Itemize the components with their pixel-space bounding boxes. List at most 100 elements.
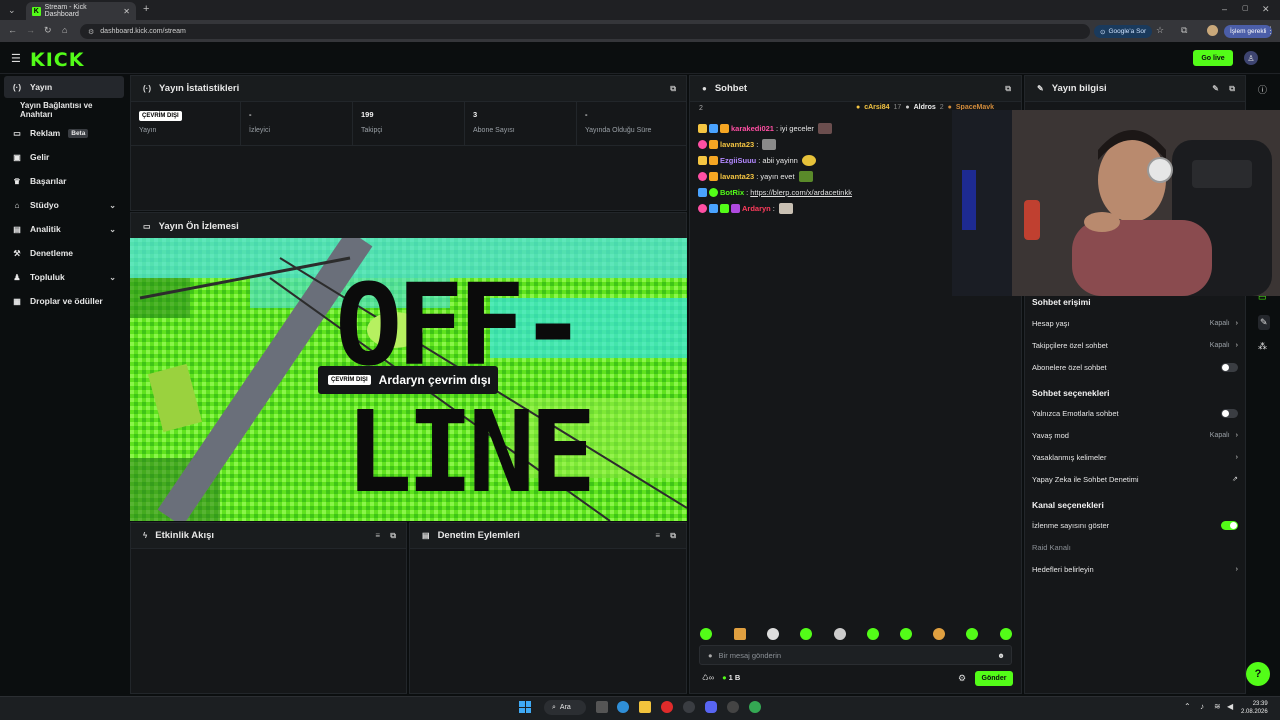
emoji-picker-icon[interactable]: ☻ xyxy=(997,651,1005,660)
quick-emote-icon[interactable] xyxy=(767,628,779,640)
chat-username[interactable]: lavanta23 xyxy=(720,172,754,181)
popout-icon[interactable]: ⧉ xyxy=(390,531,396,541)
sidebar-item-studio[interactable]: ⌂ Stüdyo ⌄ xyxy=(4,194,124,216)
chat-username[interactable]: EzgiiSuuu xyxy=(720,156,756,165)
top-supporter-name[interactable]: cArsi84 xyxy=(864,104,889,111)
sidebar-item-moderation[interactable]: ⚒ Denetleme xyxy=(4,242,124,264)
obs-icon[interactable] xyxy=(683,701,695,713)
stat-label: Abone Sayısı xyxy=(473,127,515,134)
info-icon[interactable]: ⓘ xyxy=(1258,83,1267,96)
popout-icon[interactable]: ⧉ xyxy=(670,531,676,541)
popout-icon[interactable]: ⧉ xyxy=(1229,84,1235,94)
new-tab-icon[interactable]: + xyxy=(143,3,149,15)
hamburger-menu-icon[interactable]: ☰ xyxy=(11,52,21,65)
browser-menu-icon[interactable]: ⋮ xyxy=(1266,25,1275,36)
chat-message-text: : xyxy=(772,203,775,213)
chat-username[interactable]: BotRix xyxy=(720,188,744,197)
reload-icon[interactable]: ↻ xyxy=(44,25,52,36)
maximize-icon[interactable]: ▢ xyxy=(1242,4,1249,12)
app-icon[interactable] xyxy=(727,701,739,713)
loop-icon[interactable]: ♺∞ xyxy=(702,673,714,682)
broadcast-icon: (·) xyxy=(143,84,151,93)
banned-words-row[interactable]: Yasaklanmış kelimeler › xyxy=(1032,450,1238,464)
browser-avatar[interactable] xyxy=(1207,25,1218,36)
quick-emote-icon[interactable] xyxy=(867,628,879,640)
top-supporter-name[interactable]: Aldros xyxy=(914,104,936,111)
chat-viewer-count: 2 xyxy=(699,105,703,112)
chrome-icon[interactable] xyxy=(749,701,761,713)
help-chat-icon[interactable]: ? xyxy=(1246,662,1270,686)
sidebar-item-revenue[interactable]: ▣ Gelir xyxy=(4,146,124,168)
chat-message-text: : xyxy=(756,139,759,149)
chat-username[interactable]: lavanta23 xyxy=(720,140,754,149)
filter-icon[interactable]: ≡ xyxy=(375,531,380,540)
home-icon[interactable]: ⌂ xyxy=(62,25,67,35)
wrench-rail-icon[interactable]: ✎ xyxy=(1258,315,1270,330)
opera-icon[interactable] xyxy=(661,701,673,713)
wifi-icon[interactable]: ≋ xyxy=(1214,702,1221,711)
clock[interactable]: 23:39 2.08.2026 xyxy=(1241,700,1268,716)
file-explorer-icon[interactable] xyxy=(639,701,651,713)
quick-emote-icon[interactable] xyxy=(734,628,746,640)
go-live-button[interactable]: Go live xyxy=(1193,50,1233,66)
filter-icon[interactable]: ≡ xyxy=(655,531,660,540)
nodes-rail-icon[interactable]: ⁂ xyxy=(1258,341,1267,352)
account-age-row[interactable]: Hesap yaşı Kapalı › xyxy=(1032,316,1238,330)
chat-username[interactable]: karakedi021 xyxy=(731,124,774,133)
close-tab-icon[interactable]: ✕ xyxy=(123,7,130,16)
popout-icon[interactable]: ⧉ xyxy=(670,84,676,94)
quick-emote-icon[interactable] xyxy=(900,628,912,640)
taskbar-search[interactable]: ⌕ Ara xyxy=(544,700,586,715)
sidebar-item-stream[interactable]: (·) Yayın xyxy=(4,76,124,98)
bookmark-star-icon[interactable]: ☆ xyxy=(1156,25,1164,36)
quick-emote-icon[interactable] xyxy=(800,628,812,640)
sidebar-item-ads[interactable]: ▭ Reklam Beta xyxy=(4,122,124,144)
tab-list-icon[interactable]: ⌄ xyxy=(8,5,16,16)
sidebar-item-community[interactable]: ♟ Topluluk ⌄ xyxy=(4,266,124,288)
site-info-icon[interactable]: ⚙ xyxy=(88,28,94,36)
show-viewcount-toggle[interactable] xyxy=(1221,520,1238,530)
chat-link[interactable]: https://blerp.com/x/ardacetinkk xyxy=(750,188,852,197)
quick-emote-icon[interactable] xyxy=(933,628,945,640)
user-avatar[interactable]: ♙ xyxy=(1244,51,1258,65)
task-view-icon[interactable] xyxy=(596,701,608,713)
extensions-icon[interactable]: ⧉ xyxy=(1181,25,1187,36)
channel-points[interactable]: 1 B xyxy=(729,673,741,682)
sidebar-item-stream-key[interactable]: Yayın Bağlantısı ve Anahtarı xyxy=(4,99,124,121)
quick-emote-icon[interactable] xyxy=(700,628,712,640)
volume-icon[interactable]: ◀ xyxy=(1227,702,1233,711)
browser-tab[interactable]: K Stream - Kick Dashboard ✕ xyxy=(26,2,136,20)
followers-only-row[interactable]: Takipçilere özel sohbet Kapalı › xyxy=(1032,338,1238,352)
sidebar-item-drops[interactable]: ▦ Droplar ve ödüller xyxy=(4,290,124,312)
preview-status-banner: ÇEVRİM DIŞI Ardaryn çevrim dışı xyxy=(318,366,498,394)
chat-message-input[interactable]: ● Bir mesaj gönderin ☻ xyxy=(699,645,1012,665)
chat-settings-icon[interactable]: ⚙ xyxy=(958,673,966,684)
ai-moderation-row[interactable]: Yapay Zeka ile Sohbet Denetimi ⇗ xyxy=(1032,472,1238,486)
send-button[interactable]: Gönder xyxy=(975,671,1013,686)
kick-logo[interactable]: KICK xyxy=(30,49,84,71)
quick-emote-icon[interactable] xyxy=(966,628,978,640)
edge-icon[interactable] xyxy=(617,701,629,713)
google-ask-button[interactable]: ⊙ Google'a Sor xyxy=(1094,25,1153,38)
webcam-image xyxy=(952,110,1280,296)
sidebar-item-analytics[interactable]: ▤ Analitik ⌄ xyxy=(4,218,124,240)
popout-icon[interactable]: ⧉ xyxy=(1005,84,1011,94)
url-field[interactable]: ⚙ dashboard.kick.com/stream xyxy=(80,24,1090,39)
set-goals-row[interactable]: Hedefleri belirleyin › xyxy=(1032,562,1238,576)
slow-mode-row[interactable]: Yavaş mod Kapalı › xyxy=(1032,428,1238,442)
quick-emote-icon[interactable] xyxy=(1000,628,1012,640)
forward-icon[interactable]: → xyxy=(26,25,35,35)
sidebar-item-achievements[interactable]: ♛ Başarılar xyxy=(4,170,124,192)
quick-emote-icon[interactable] xyxy=(834,628,846,640)
back-icon[interactable]: ← xyxy=(8,25,17,35)
chat-username[interactable]: Ardaryn xyxy=(742,204,771,213)
microphone-icon[interactable]: ♪ xyxy=(1200,702,1204,711)
windows-start-icon[interactable] xyxy=(519,701,531,713)
edit-icon[interactable]: ✎ xyxy=(1212,84,1219,93)
discord-icon[interactable] xyxy=(705,701,717,713)
subscribers-only-toggle[interactable] xyxy=(1221,362,1238,372)
emote-only-toggle[interactable] xyxy=(1221,408,1238,418)
window-close-icon[interactable]: ✕ xyxy=(1262,4,1270,15)
tray-chevron-icon[interactable]: ⌃ xyxy=(1184,702,1191,711)
minimize-icon[interactable]: – xyxy=(1222,4,1227,14)
